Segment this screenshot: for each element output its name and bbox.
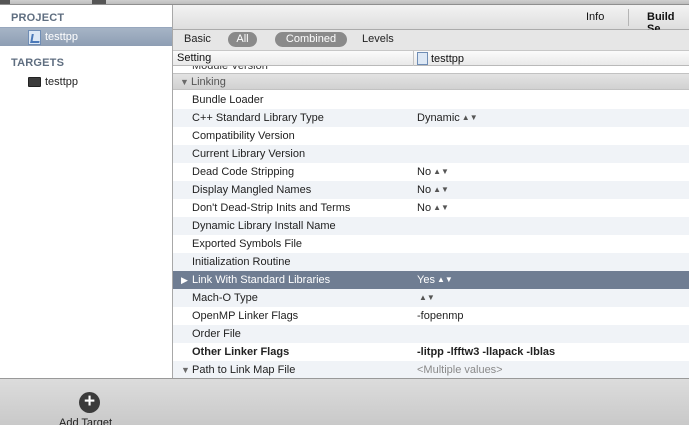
setting-name: Dynamic Library Install Name (192, 220, 336, 232)
setting-value: No (417, 184, 432, 196)
filter-all-button[interactable]: All (228, 32, 257, 47)
setting-value[interactable]: <Multiple values> (417, 364, 503, 376)
setting-name: Initialization Routine (192, 256, 291, 268)
table-row[interactable]: Dead Code Stripping No ▲▼ (173, 163, 689, 181)
setting-name: Mach-O Type (192, 292, 258, 304)
setting-name: Compatibility Version (192, 130, 295, 142)
filter-combined-button[interactable]: Combined (275, 32, 347, 47)
navigator-bottom-bar: + Add Target (0, 378, 689, 425)
setting-value: Yes (417, 274, 435, 286)
popup-arrows-icon: ▲▼ (433, 203, 449, 212)
setting-name: Don't Dead-Strip Inits and Terms (192, 202, 351, 214)
linking-group-header[interactable]: ▼ Linking (173, 73, 689, 90)
table-row[interactable]: Dynamic Library Install Name (173, 217, 689, 235)
build-settings-filter-bar: Basic All Combined Levels (173, 30, 689, 50)
disclosure-open-icon: ▼ (180, 77, 189, 87)
column-separator (413, 51, 414, 66)
table-row[interactable]: Initialization Routine (173, 253, 689, 271)
table-row[interactable]: Bundle Loader (173, 91, 689, 109)
setting-value[interactable]: -litpp -lfftw3 -llapack -lblas (417, 346, 555, 358)
popup-arrows-icon: ▲▼ (433, 167, 449, 176)
build-settings-table: Module Version Setting testtpp ▼ Linking… (173, 50, 689, 378)
table-column-header: Setting testtpp (173, 50, 689, 66)
table-row[interactable]: ▼ Path to Link Map File <Multiple values… (173, 361, 689, 378)
target-item[interactable]: testtpp (0, 72, 172, 91)
setting-value-popup[interactable]: No ▲▼ (417, 166, 449, 178)
terminal-target-icon (28, 76, 41, 87)
table-row[interactable]: C++ Standard Library Type Dynamic ▲▼ (173, 109, 689, 127)
setting-value-popup[interactable]: No ▲▼ (417, 202, 449, 214)
setting-name: Bundle Loader (192, 94, 264, 106)
setting-value-popup[interactable]: ▲▼ (417, 292, 435, 304)
project-item[interactable]: testtpp (0, 27, 172, 46)
setting-name: Link With Standard Libraries (192, 274, 331, 286)
project-file-icon (417, 52, 428, 65)
table-row[interactable]: OpenMP Linker Flags -fopenmp (173, 307, 689, 325)
window-chrome-segment (92, 0, 106, 4)
setting-name: OpenMP Linker Flags (192, 310, 299, 322)
targets-section-header: TARGETS (11, 57, 65, 69)
disclosure-open-icon[interactable]: ▼ (181, 365, 190, 375)
setting-name: C++ Standard Library Type (192, 112, 324, 124)
tab-info[interactable]: Info (586, 11, 604, 23)
table-row[interactable]: Compatibility Version (173, 127, 689, 145)
popup-arrows-icon: ▲▼ (419, 293, 435, 302)
add-target-label: Add Target (59, 417, 113, 425)
setting-value: Dynamic (417, 112, 460, 124)
filter-basic-button[interactable]: Basic (184, 33, 211, 45)
tab-divider (628, 9, 629, 26)
table-row[interactable]: Mach-O Type ▲▼ (173, 289, 689, 307)
table-row[interactable]: Order File (173, 325, 689, 343)
table-row[interactable]: Display Mangled Names No ▲▼ (173, 181, 689, 199)
setting-name: Path to Link Map File (192, 364, 296, 376)
project-file-icon (28, 29, 41, 45)
setting-value: No (417, 166, 432, 178)
table-row[interactable]: Don't Dead-Strip Inits and Terms No ▲▼ (173, 199, 689, 217)
setting-value-popup[interactable]: Yes ▲▼ (417, 274, 453, 286)
editor-tab-bar: Info Build Se (173, 5, 689, 35)
window-chrome-segment (0, 0, 10, 4)
setting-name: Other Linker Flags (192, 346, 290, 358)
target-item-label: testtpp (45, 75, 79, 88)
setting-value-popup[interactable]: Dynamic ▲▼ (417, 112, 478, 124)
group-label: Linking (191, 76, 226, 88)
popup-arrows-icon: ▲▼ (461, 113, 478, 122)
project-item-label: testtpp (45, 31, 79, 43)
setting-name: Display Mangled Names (192, 184, 312, 196)
setting-name: Current Library Version (192, 148, 306, 160)
popup-arrows-icon: ▲▼ (433, 185, 449, 194)
setting-name: Dead Code Stripping (192, 166, 295, 178)
target-column-label: testtpp (431, 53, 465, 65)
disclosure-closed-icon[interactable]: ▶ (181, 275, 188, 286)
target-column-header[interactable]: testtpp (417, 52, 464, 65)
add-target-button[interactable]: + (79, 392, 100, 413)
setting-name: Order File (192, 328, 241, 340)
project-navigator: PROJECT testtpp TARGETS testtpp (0, 5, 173, 378)
project-section-header: PROJECT (11, 12, 65, 24)
setting-value: No (417, 202, 432, 214)
setting-value-popup[interactable]: No ▲▼ (417, 184, 449, 196)
setting-column-header[interactable]: Setting (177, 52, 211, 64)
filter-levels-button[interactable]: Levels (362, 33, 394, 45)
table-row-selected[interactable]: ▶ Link With Standard Libraries Yes ▲▼ (173, 271, 689, 289)
setting-name: Exported Symbols File (192, 238, 303, 250)
table-row[interactable]: Current Library Version (173, 145, 689, 163)
table-row[interactable]: Other Linker Flags -litpp -lfftw3 -llapa… (173, 343, 689, 361)
table-row[interactable]: Exported Symbols File (173, 235, 689, 253)
popup-arrows-icon: ▲▼ (436, 275, 453, 284)
setting-value[interactable]: -fopenmp (417, 310, 463, 322)
